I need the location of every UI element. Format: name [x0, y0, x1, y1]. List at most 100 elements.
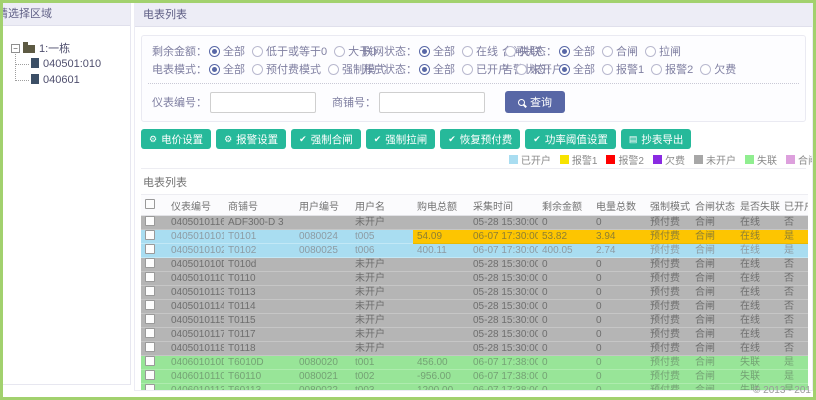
table-cell: 合闸	[691, 383, 736, 390]
radio-option[interactable]: 预付费模式	[252, 61, 321, 77]
table-cell: 0	[592, 327, 646, 342]
button-label: 抄表导出	[641, 133, 684, 146]
price-setting-button[interactable]: ⚙ 电价设置	[141, 129, 212, 149]
table-cell: 预付费	[646, 383, 691, 390]
table-row[interactable]: 0405010115 T0115 未开户 05-28 15:30:00 0 0 预付费 合闸在…	[141, 313, 808, 328]
radio-label: 全部	[223, 46, 245, 58]
table-cell	[413, 215, 469, 230]
radio-icon	[559, 45, 570, 57]
radio-icon	[645, 45, 656, 57]
radio-option[interactable]: 报警1	[602, 61, 644, 77]
radio-label: 全部	[573, 46, 595, 58]
table-row[interactable]: 0405010110 T0110 未开户 05-28 15:30:00 0 0 预付费 合闸在…	[141, 271, 808, 286]
row-checkbox[interactable]	[145, 272, 155, 282]
meter-reading-export-button[interactable]: ▤ 抄表导出	[620, 129, 692, 149]
radio-option[interactable]: 合闸	[602, 43, 638, 59]
radio-icon	[252, 63, 263, 75]
radio-option[interactable]: 在线	[462, 43, 498, 59]
radio-option[interactable]: 低于或等于0	[252, 43, 327, 59]
force-open-switch-button[interactable]: ✔ 强制拉闸	[365, 129, 436, 149]
table-cell: 400.05	[538, 243, 592, 258]
main-panel: 电表列表 剩余金额： 全部 低于或等于0 大于0 联网状态： 全部 在线 失联 合闸状态： 全部合…	[134, 3, 813, 391]
legend-swatch	[559, 155, 569, 164]
tree-root-label: 1:一栋	[39, 43, 71, 55]
radio-option[interactable]: 全部	[209, 61, 245, 77]
alarm-setting-button[interactable]: ⚙ 报警设置	[216, 129, 287, 149]
radio-option[interactable]: 全部	[559, 61, 595, 77]
radio-option[interactable]: 全部	[209, 43, 245, 59]
power-threshold-setting-button[interactable]: ✔ 功率阈值设置	[525, 129, 616, 149]
meter-no-input[interactable]	[210, 91, 316, 113]
search-button[interactable]: 查询	[505, 91, 565, 113]
row-checkbox[interactable]	[145, 216, 155, 226]
radio-option[interactable]: 拉闸	[645, 43, 681, 59]
gear-icon: ⚙	[224, 133, 233, 144]
table-cell	[295, 313, 351, 328]
tree-node[interactable]: 040601	[15, 72, 126, 88]
radio-icon	[209, 45, 220, 57]
table-cell: 06-07 17:30:00	[469, 243, 538, 258]
column-header: 强制模式	[646, 194, 691, 216]
radio-icon	[602, 45, 613, 57]
shop-no-input[interactable]	[379, 91, 485, 113]
row-checkbox[interactable]	[145, 300, 155, 310]
row-checkbox[interactable]	[145, 286, 155, 296]
row-checkbox-cell	[141, 313, 167, 328]
row-checkbox[interactable]	[145, 314, 155, 324]
table-cell: 0405010101	[167, 229, 224, 244]
table-row[interactable]: 0405010118 T0118 未开户 05-28 15:30:00 0 0 预付费 合闸在…	[141, 341, 808, 356]
row-checkbox[interactable]	[145, 384, 155, 390]
table-cell: 05-28 15:30:00	[469, 299, 538, 314]
radio-icon	[334, 45, 346, 57]
tree-collapse-icon[interactable]: −	[11, 43, 20, 53]
table-row[interactable]: 0406010110 T60110 0080021 t002 -956.00 06-07 …	[141, 369, 808, 384]
table-row[interactable]: 040501010D T010d 未开户 05-28 15:30:00 0 0 预付费 合闸在…	[141, 257, 808, 272]
row-checkbox[interactable]	[145, 370, 155, 380]
radio-option[interactable]: 全部	[419, 61, 455, 77]
table-cell: 05-28 15:30:00	[469, 313, 538, 328]
table-row[interactable]: 0405010113 T0113 未开户 05-28 15:30:00 0 0 预付费 合闸在…	[141, 285, 808, 300]
table-cell: 400.11	[413, 243, 469, 258]
table-cell: T0118	[224, 341, 295, 356]
force-close-switch-button[interactable]: ✔ 强制合闸	[291, 129, 361, 149]
radio-option[interactable]: 全部	[559, 43, 595, 59]
tree-node-root[interactable]: − 1:一栋	[11, 40, 126, 56]
table-cell: 在线	[736, 341, 780, 356]
table-row[interactable]: 0405010116 ADF300-D 3 未开户 05-28 15:30:00 0 0 预…	[141, 215, 808, 230]
table-panel: 电表列表 仪表编号 商铺号 用户编号 用户名 购电总额 采集时间 剩余金额 电量总数 强制模式合…	[141, 168, 808, 390]
column-header: 购电总额	[413, 194, 469, 216]
row-checkbox-cell	[141, 285, 167, 300]
tree-node[interactable]: 040501:010	[15, 56, 126, 72]
table-row[interactable]: 0405010102 T0102 0080025 t006 400.11 06-07 17…	[141, 243, 808, 258]
table-row[interactable]: 0406010113 T60113 0080022 t003 1200.00 06-07 …	[141, 383, 808, 390]
radio-option[interactable]: 报警2	[651, 61, 693, 77]
select-all-checkbox[interactable]	[145, 199, 155, 209]
radio-option[interactable]: 全部	[419, 43, 455, 59]
row-checkbox[interactable]	[145, 230, 155, 240]
row-checkbox[interactable]	[145, 244, 155, 254]
row-checkbox[interactable]	[145, 328, 155, 338]
table-cell: 0080022	[295, 383, 351, 390]
column-header: 用户编号	[295, 194, 351, 216]
table-row[interactable]: 0405010114 T0114 未开户 05-28 15:30:00 0 0 预付费 合闸在…	[141, 299, 808, 314]
row-checkbox[interactable]	[145, 258, 155, 268]
table-cell: 0405010113	[167, 285, 224, 300]
restore-prepaid-button[interactable]: ✔ 恢复预付费	[440, 129, 521, 149]
radio-icon	[419, 45, 430, 57]
table-cell: 05-28 15:30:00	[469, 271, 538, 286]
row-checkbox[interactable]	[145, 342, 155, 352]
table-cell	[295, 299, 351, 314]
table-cell: 否	[780, 285, 808, 300]
radio-option[interactable]: 欠费	[700, 61, 736, 77]
row-checkbox-cell	[141, 355, 167, 370]
table-cell: 06-07 17:38:00	[469, 369, 538, 384]
table-cell: t003	[351, 383, 413, 390]
table-cell: 预付费	[646, 299, 691, 314]
table-cell: 0	[538, 271, 592, 286]
table-row[interactable]: 040601010D T6010D 0080020 t001 456.00 06-07 1…	[141, 355, 808, 370]
table-row[interactable]: 0405010101 T0101 0080024 t005 54.09 06-07 17:…	[141, 229, 808, 244]
table-row[interactable]: 0405010117 T0117 未开户 05-28 15:30:00 0 0 预付费 合闸在…	[141, 327, 808, 342]
table-cell: 0405010110	[167, 271, 224, 286]
row-checkbox[interactable]	[145, 356, 155, 366]
table-cell: 0	[592, 383, 646, 390]
